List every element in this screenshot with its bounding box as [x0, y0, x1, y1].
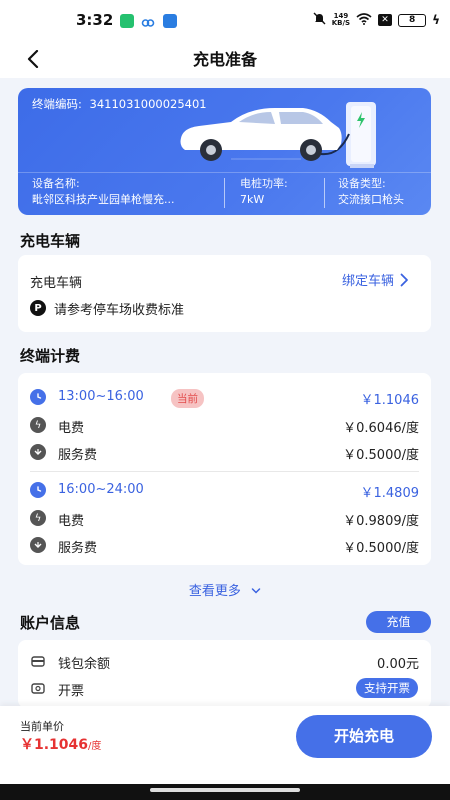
info-separator: [324, 178, 325, 208]
start-charging-button[interactable]: 开始充电: [296, 715, 432, 758]
chevron-right-icon: [400, 273, 408, 286]
vehicle-row-label: 充电车辆: [30, 276, 83, 291]
period-time: 13:00~16:00: [58, 389, 144, 404]
invoice-icon: [30, 680, 46, 696]
view-more-label: 查看更多: [188, 584, 241, 599]
current-period-badge: 当前: [171, 389, 204, 408]
power-label: 电桩功率:: [240, 177, 288, 190]
bind-vehicle-label: 绑定车辆: [341, 274, 394, 289]
cloud-notification-icon: [141, 14, 155, 28]
current-price: ￥1.1046/度: [20, 734, 101, 754]
vehicle-card: 充电车辆 绑定车辆 P 请参考停车场收费标准: [18, 255, 431, 332]
current-price-unit: /度: [88, 741, 102, 752]
wallet-balance-label: 钱包余额: [58, 657, 111, 672]
device-name-label: 设备名称:: [32, 177, 80, 190]
wifi-icon: [356, 12, 372, 28]
device-type-block: 设备类型: 交流接口枪头: [338, 176, 428, 208]
electricity-fee-value: ￥0.6046/度: [343, 421, 419, 436]
period-total-price: ￥1.1046: [360, 393, 420, 408]
service-fee-label: 服务费: [58, 541, 98, 556]
battery-icon: 8: [398, 13, 427, 27]
clock-icon: [30, 389, 46, 405]
service-fee-icon: [30, 537, 46, 553]
parking-icon: P: [30, 300, 46, 316]
current-price-label: 当前单价: [20, 720, 64, 733]
device-name-block: 设备名称: 毗邻区科技产业园单枪慢充...: [32, 176, 212, 208]
bottom-action-bar: 当前单价 ￥1.1046/度 开始充电: [0, 706, 450, 784]
device-type-label: 设备类型:: [338, 177, 386, 190]
home-indicator[interactable]: [150, 788, 300, 792]
page-title: 充电准备: [192, 50, 257, 69]
wallet-icon: [30, 653, 46, 669]
electricity-fee-label: 电费: [58, 514, 85, 529]
clock-icon: [30, 482, 46, 498]
status-bar: 3:32 149 KB/S ✕ 8 ϟ: [0, 0, 450, 40]
charging-bolt-icon: ϟ: [432, 13, 440, 27]
info-separator: [224, 178, 225, 208]
wallet-balance-value: 0.00元: [377, 657, 419, 672]
chevron-down-icon: [251, 588, 261, 594]
car-charger-illustration: [180, 102, 376, 168]
device-name-value: 毗邻区科技产业园单枪慢充...: [32, 193, 175, 206]
mute-icon: [313, 12, 326, 28]
vehicle-section-title: 充电车辆: [20, 232, 81, 250]
invoice-supported-tag[interactable]: 支持开票: [356, 678, 418, 698]
battery-level: 8: [408, 14, 416, 25]
electricity-fee-label: 电费: [58, 421, 85, 436]
view-more-link[interactable]: 查看更多: [0, 580, 450, 599]
billing-section-title: 终端计费: [20, 347, 81, 365]
period-time: 16:00~24:00: [58, 482, 144, 497]
invoice-label: 开票: [58, 684, 85, 699]
power-value: 7kW: [240, 193, 265, 206]
top-nav-bar: 充电准备: [0, 40, 450, 78]
wechat-notification-icon: [120, 14, 134, 28]
service-fee-value: ￥0.5000/度: [343, 448, 419, 463]
service-fee-value: ￥0.5000/度: [343, 541, 419, 556]
status-indicators: 149 KB/S ✕ 8 ϟ: [313, 12, 440, 28]
recharge-button[interactable]: 充值: [366, 611, 431, 633]
account-section-title: 账户信息: [20, 614, 81, 632]
network-speed-unit: KB/S: [331, 19, 351, 27]
network-speed: 149 KB/S: [332, 13, 350, 27]
bind-vehicle-link[interactable]: 绑定车辆: [342, 270, 409, 289]
billing-card: 13:00~16:00 当前 ￥1.1046 ϟ 电费 ￥0.6046/度 服务…: [18, 373, 431, 565]
terminal-card-divider: [18, 172, 431, 173]
electricity-icon: ϟ: [30, 510, 46, 526]
period-total-price: ￥1.4809: [360, 486, 420, 501]
device-type-value: 交流接口枪头: [338, 193, 404, 206]
current-price-value: ￥1.1046: [20, 737, 89, 753]
parking-note: 请参考停车场收费标准: [54, 303, 185, 318]
electricity-fee-value: ￥0.9809/度: [343, 514, 419, 529]
terminal-code-label: 终端编码:: [32, 97, 82, 111]
status-time: 3:32: [76, 11, 114, 29]
electricity-icon: ϟ: [30, 417, 46, 433]
gesture-area: [0, 784, 450, 800]
sim-off-icon: ✕: [378, 14, 393, 26]
power-block: 电桩功率: 7kW: [240, 176, 320, 208]
period-divider: [30, 471, 419, 472]
terminal-info-card: 终端编码: 3411031000025401 设备名称: 毗邻区科技产业园单枪慢…: [18, 88, 431, 215]
service-fee-icon: [30, 444, 46, 460]
app-notification-icon: [163, 14, 177, 28]
service-fee-label: 服务费: [58, 448, 98, 463]
